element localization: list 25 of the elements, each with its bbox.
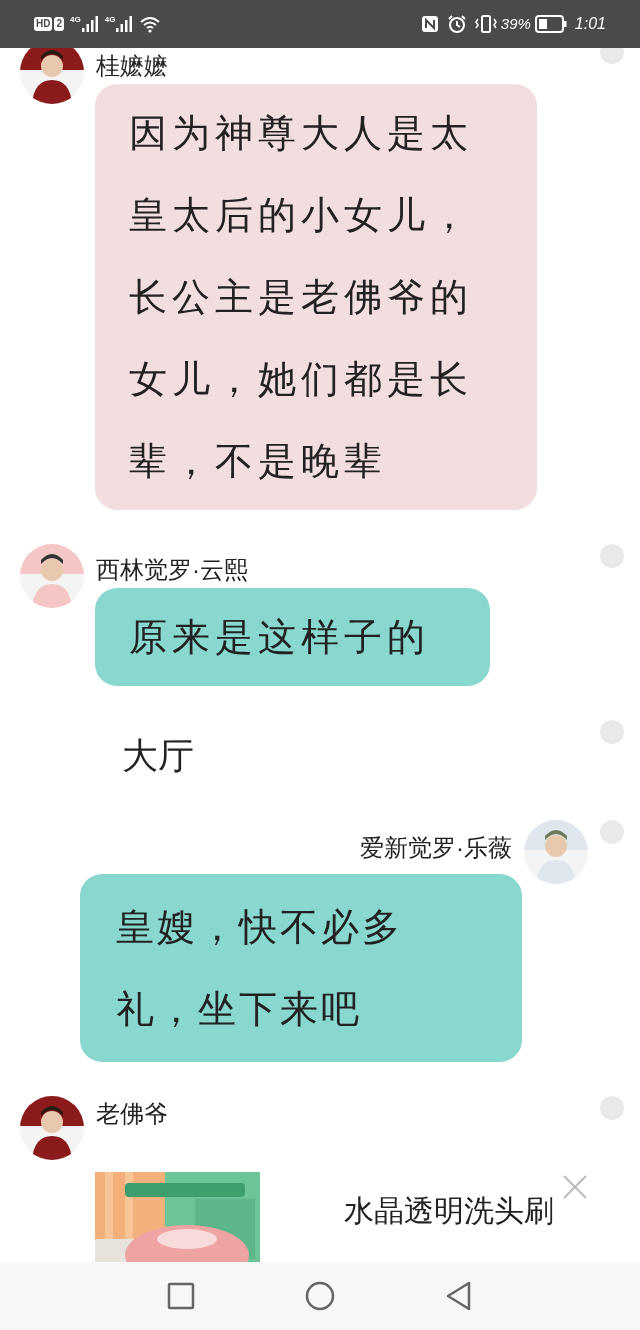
sim-label: 2	[54, 17, 64, 31]
network-type-label: 4G	[104, 16, 116, 24]
vibrate-icon	[474, 14, 497, 34]
sender-name: 西林觉罗·云熙	[96, 555, 248, 585]
message-bubble: 因为神尊大人是太皇太后的小女儿，长公主是老佛爷的女儿，她们都是长辈，不是晚辈	[95, 84, 537, 510]
message-bubble: 皇嫂，快不必多礼，坐下来吧	[80, 874, 522, 1062]
recents-icon[interactable]	[167, 1282, 195, 1310]
alarm-icon	[446, 14, 467, 34]
section-label: 大厅	[122, 735, 194, 776]
sender-name: 桂嬷嬷	[96, 51, 168, 81]
signal-icon	[115, 16, 134, 32]
sender-name: 爱新觉罗·乐薇	[360, 833, 512, 863]
battery-icon	[534, 15, 567, 33]
back-icon[interactable]	[445, 1281, 473, 1311]
wifi-icon	[139, 15, 162, 33]
nfc-icon	[420, 15, 439, 33]
network-label: HD	[34, 17, 53, 31]
signal-icon	[80, 16, 99, 32]
message-bubble: 原来是这样子的	[95, 588, 490, 686]
clock-time: 1:01	[574, 14, 606, 34]
battery-percent: 39%	[500, 13, 531, 34]
home-icon[interactable]	[305, 1281, 335, 1311]
sender-name: 老佛爷	[96, 1099, 168, 1129]
ad-title: 水晶透明洗头刷	[344, 1194, 554, 1227]
network-type-label: 4G	[70, 16, 81, 24]
